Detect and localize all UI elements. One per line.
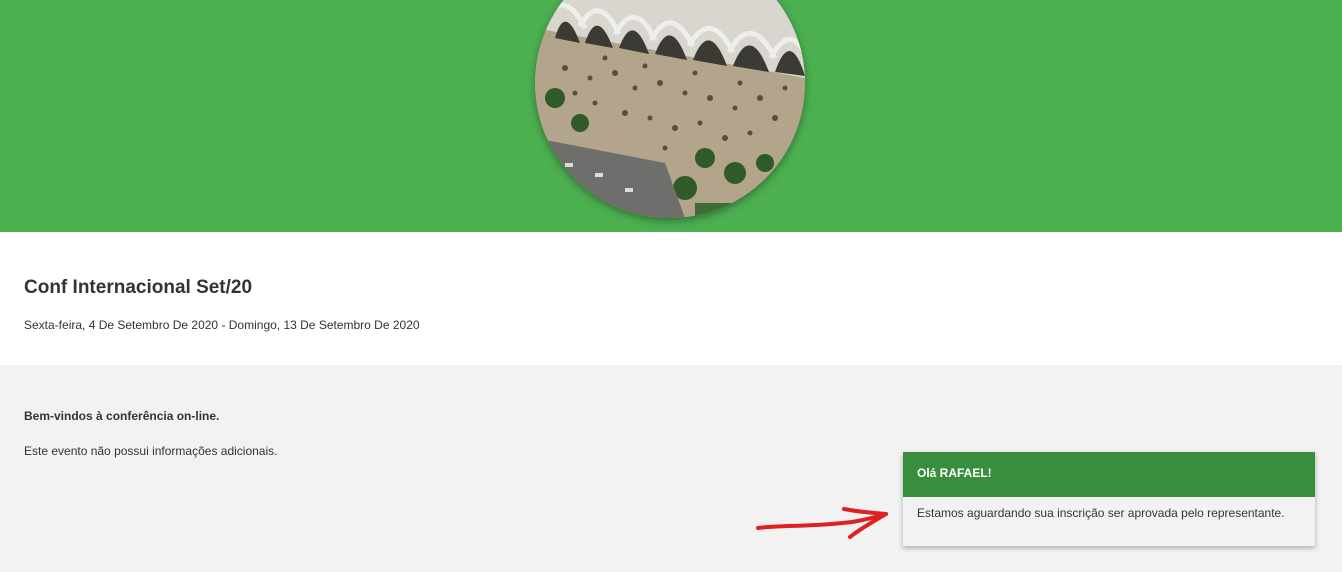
additional-info-text: Este evento não possui informações adici… <box>24 444 278 458</box>
event-cover-photo <box>535 0 805 218</box>
event-banner <box>0 0 1342 232</box>
notification-message: Estamos aguardando sua inscrição ser apr… <box>917 506 1285 520</box>
red-arrow-annotation <box>756 507 888 539</box>
notification-title: Olá RAFAEL! <box>903 452 1315 497</box>
event-title: Conf Internacional Set/20 <box>24 277 253 298</box>
welcome-message: Bem-vindos à conferência on-line. <box>24 409 220 423</box>
aerial-crowd-photo <box>535 0 805 218</box>
registration-status-notification: Olá RAFAEL! Estamos aguardando sua inscr… <box>903 452 1315 546</box>
event-dates: Sexta-feira, 4 De Setembro De 2020 - Dom… <box>24 318 420 332</box>
